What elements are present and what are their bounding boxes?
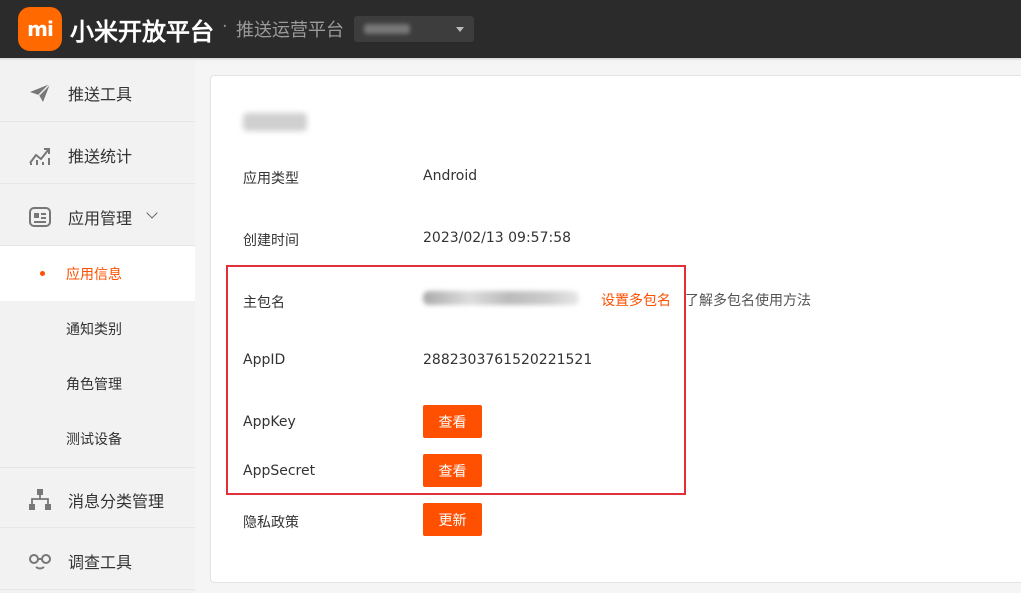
sidebar-item-app-management[interactable]: 应用管理 — [0, 185, 195, 246]
brand-title[interactable]: 小米开放平台 — [70, 12, 214, 47]
sidebar-subitem-test-devices[interactable]: 测试设备 — [0, 411, 195, 466]
sidebar-item-label: 应用管理 — [68, 209, 133, 228]
sidebar: 推送工具 推送统计 应用管理 应用信息 通知类别 角色管理 测试设备 消息分类管… — [0, 61, 195, 593]
sidebar-subitem-label: 应用信息 — [66, 267, 122, 283]
sidebar-item-label: 消息分类管理 — [68, 492, 165, 511]
app-card-icon — [29, 207, 51, 227]
sidebar-item-message-category[interactable]: 消息分类管理 — [0, 467, 195, 528]
trend-chart-icon — [29, 148, 50, 165]
sidebar-item-label: 推送统计 — [68, 147, 133, 166]
app-name-redacted — [364, 24, 410, 34]
sidebar-subitem-label: 测试设备 — [66, 432, 122, 448]
privacy-policy-label: 隐私政策 — [243, 515, 299, 531]
app-selector-dropdown[interactable] — [354, 16, 474, 42]
brand-separator: · — [222, 16, 228, 37]
app-name-redacted — [243, 113, 307, 131]
created-time-label: 创建时间 — [243, 233, 299, 249]
sidebar-subitem-app-info[interactable]: 应用信息 — [0, 246, 195, 301]
sidebar-subitem-notification-category[interactable]: 通知类别 — [0, 301, 195, 356]
appid-value: 2882303761520221521 — [423, 352, 593, 368]
sidebar-item-label: 调查工具 — [68, 553, 133, 572]
update-privacy-button[interactable]: 更新 — [423, 503, 482, 536]
set-multi-package-link[interactable]: 设置多包名 — [601, 290, 671, 310]
app-type-label: 应用类型 — [243, 171, 299, 187]
sidebar-subitem-role-management[interactable]: 角色管理 — [0, 356, 195, 411]
sidebar-item-label: 推送工具 — [68, 85, 133, 104]
appkey-label: AppKey — [243, 414, 296, 430]
sidebar-item-push-tools[interactable]: 推送工具 — [0, 61, 195, 122]
package-name-redacted — [423, 291, 579, 305]
platform-subtitle: 推送运营平台 — [236, 20, 344, 41]
appid-label: AppID — [243, 352, 286, 368]
glasses-icon — [29, 554, 51, 570]
created-time-value: 2023/02/13 09:57:58 — [423, 230, 572, 246]
mi-logo[interactable]: mi — [18, 7, 62, 51]
sidebar-item-push-stats[interactable]: 推送统计 — [0, 123, 195, 184]
view-appsecret-button[interactable]: 查看 — [423, 454, 482, 487]
app-type-value: Android — [423, 168, 478, 184]
hierarchy-icon — [29, 489, 51, 510]
sidebar-item-survey-tools[interactable]: 调查工具 — [0, 529, 195, 590]
sidebar-subitem-label: 角色管理 — [66, 377, 122, 393]
view-appkey-button[interactable]: 查看 — [423, 405, 482, 438]
appsecret-label: AppSecret — [243, 463, 316, 479]
package-name-label: 主包名 — [243, 295, 285, 311]
paper-plane-icon — [30, 83, 51, 102]
multi-package-help-link[interactable]: 了解多包名使用方法 — [685, 290, 811, 310]
top-header: mi 小米开放平台 · 推送运营平台 — [0, 0, 1021, 58]
chevron-down-icon — [456, 27, 464, 32]
app-info-card: 应用类型 Android 创建时间 2023/02/13 09:57:58 主包… — [210, 75, 1021, 583]
chevron-down-icon[interactable] — [146, 207, 158, 219]
sidebar-subitem-label: 通知类别 — [66, 322, 122, 338]
active-dot-icon — [40, 271, 45, 276]
